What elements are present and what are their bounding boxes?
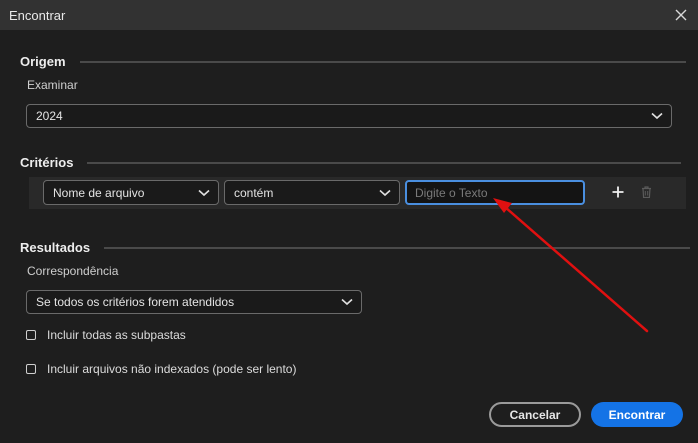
include-subfolders-checkbox[interactable] xyxy=(26,330,36,340)
chevron-down-icon xyxy=(379,189,391,196)
match-label: Correspondência xyxy=(27,264,119,278)
match-select-value: Se todos os critérios forem atendidos xyxy=(36,295,235,309)
delete-criterion-button[interactable] xyxy=(637,183,655,201)
title-bar: Encontrar xyxy=(0,0,698,30)
browse-label: Examinar xyxy=(27,78,78,92)
criteria-heading: Critérios xyxy=(20,155,74,170)
trash-icon xyxy=(641,186,651,198)
criteria-section-header: Critérios xyxy=(20,155,682,170)
criteria-divider xyxy=(87,161,682,164)
origin-heading: Origem xyxy=(20,54,66,69)
chevron-down-icon xyxy=(651,112,663,120)
close-button[interactable] xyxy=(670,4,692,26)
browse-select[interactable]: 2024 xyxy=(26,104,672,128)
criteria-field-select[interactable]: Nome de arquivo xyxy=(43,180,219,205)
origin-divider xyxy=(79,60,686,63)
origin-section-header: Origem xyxy=(20,54,686,69)
criteria-text-input[interactable] xyxy=(405,180,585,205)
include-subfolders-label: Incluir todas as subpastas xyxy=(47,328,186,342)
find-dialog xyxy=(0,30,698,443)
include-unindexed-option[interactable]: Incluir arquivos não indexados (pode ser… xyxy=(26,362,296,376)
results-heading: Resultados xyxy=(20,240,91,255)
chevron-down-icon xyxy=(341,298,353,306)
chevron-down-icon xyxy=(198,189,210,196)
close-icon xyxy=(675,9,687,21)
include-unindexed-label: Incluir arquivos não indexados (pode ser… xyxy=(47,362,297,376)
include-subfolders-option[interactable]: Incluir todas as subpastas xyxy=(26,328,186,342)
results-section-header: Resultados xyxy=(20,240,691,255)
criteria-operator-select[interactable]: contém xyxy=(224,180,400,205)
include-unindexed-checkbox[interactable] xyxy=(26,364,36,374)
plus-icon xyxy=(612,186,624,198)
criteria-field-value: Nome de arquivo xyxy=(53,185,145,200)
results-divider xyxy=(104,246,691,249)
cancel-button[interactable]: Cancelar xyxy=(489,402,581,427)
add-criterion-button[interactable] xyxy=(609,183,627,201)
find-button[interactable]: Encontrar xyxy=(591,402,683,427)
browse-select-value: 2024 xyxy=(36,109,63,123)
window-title: Encontrar xyxy=(9,8,66,23)
match-select[interactable]: Se todos os critérios forem atendidos xyxy=(26,290,362,314)
criteria-operator-value: contém xyxy=(234,185,274,200)
